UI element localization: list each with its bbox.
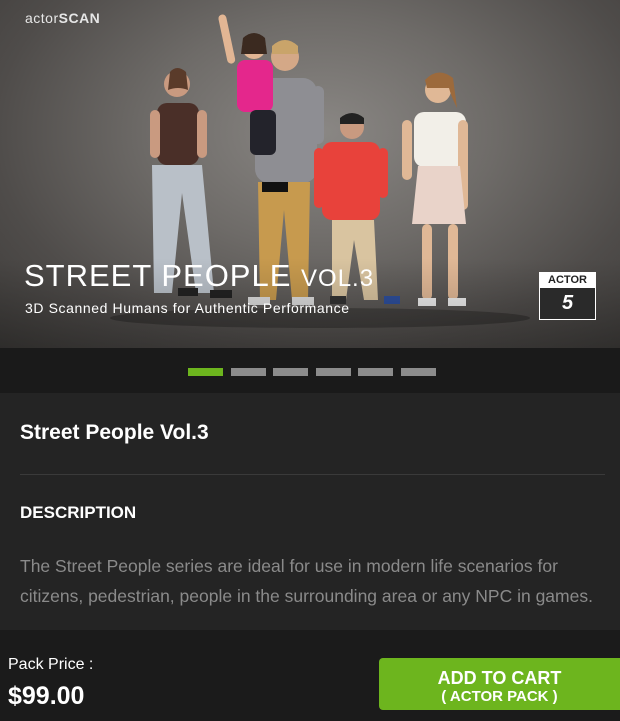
add-to-cart-label: ADD TO CART — [437, 668, 562, 688]
actor-count-badge: ACTOR 5 — [539, 272, 596, 320]
hero-subtitle: 3D Scanned Humans for Authentic Performa… — [25, 300, 350, 316]
hero-title: STREET PEOPLE VOL.3 — [24, 258, 375, 293]
carousel-dot[interactable] — [188, 368, 223, 376]
actor-badge-label: ACTOR — [540, 273, 595, 288]
carousel-dot[interactable] — [231, 368, 266, 376]
carousel-dot[interactable] — [316, 368, 351, 376]
product-title: Street People Vol.3 — [20, 421, 209, 444]
brand-logo: actorSCAN — [25, 10, 100, 26]
hero-banner: actorSCAN STREET PEOPLE VOL.3 3D Scanned… — [0, 0, 620, 348]
add-to-cart-sublabel: ( ACTOR PACK ) — [441, 688, 558, 705]
carousel-dot[interactable] — [401, 368, 436, 376]
brand-suffix: SCAN — [58, 10, 101, 26]
price-value: $99.00 — [8, 682, 85, 710]
description-text: The Street People series are ideal for u… — [20, 556, 593, 606]
add-to-cart-button[interactable]: ADD TO CART ( ACTOR PACK ) — [379, 658, 620, 710]
purchase-bar: Pack Price : $99.00 ADD TO CART ( ACTOR … — [0, 630, 620, 721]
price-label: Pack Price : — [8, 656, 94, 673]
description-heading: DESCRIPTION — [20, 503, 137, 522]
carousel-dot[interactable] — [358, 368, 393, 376]
carousel-dot[interactable] — [273, 368, 308, 376]
brand-prefix: actor — [25, 10, 59, 26]
divider — [20, 474, 605, 475]
actor-badge-value: 5 — [540, 288, 595, 319]
carousel-indicators — [0, 348, 620, 393]
